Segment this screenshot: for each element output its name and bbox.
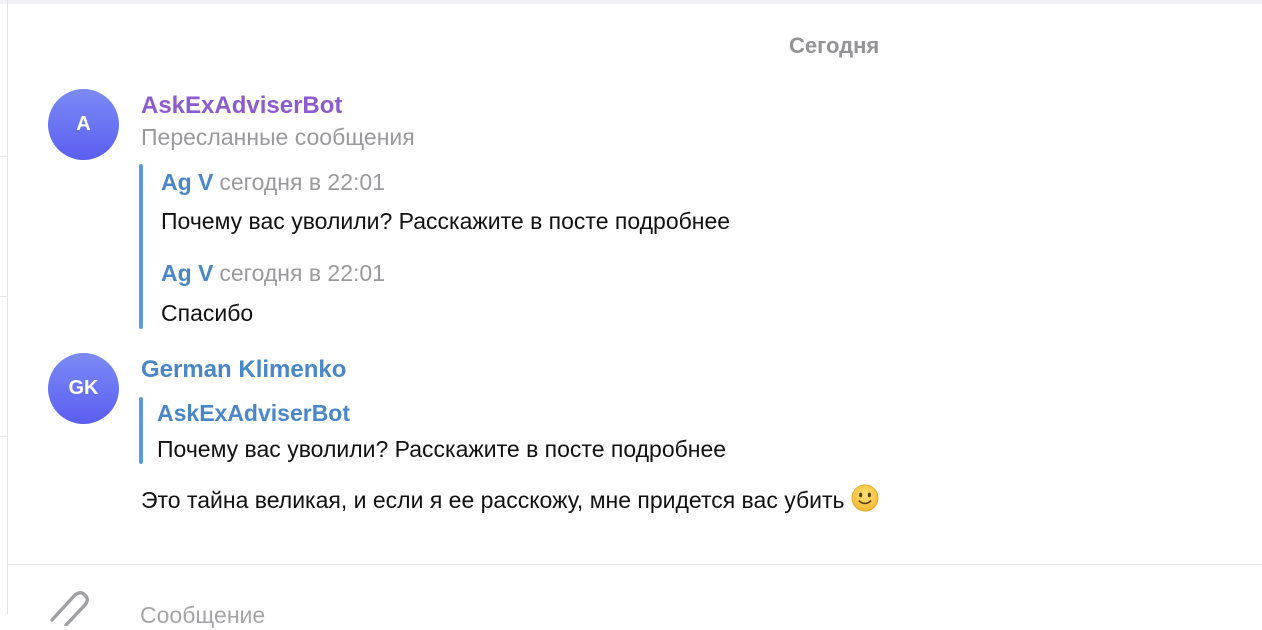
forwarded-label: Пересланные сообщения [141,124,415,150]
message-text: Это тайна великая, и если я ее расскожу,… [141,484,879,514]
message-body: Это тайна великая, и если я ее расскожу,… [141,487,845,513]
date-separator: Сегодня [789,33,880,58]
left-panel-divider [0,296,7,297]
reply-author[interactable]: AskExAdviserBot [157,400,350,427]
forwarded-time: сегодня в 22:01 [219,260,385,286]
slightly-smiling-face-icon [851,484,878,512]
reply-text[interactable]: Почему вас уволили? Расскажите в посте п… [157,436,726,463]
message-input[interactable] [140,600,1140,630]
forwarded-message-header: Ag Vсегодня в 22:01 [161,169,385,196]
forwarded-message-header: Ag Vсегодня в 22:01 [161,260,385,287]
paperclip-icon[interactable] [44,586,94,626]
top-strip [0,0,1262,4]
left-panel-border [7,0,8,614]
forward-quote-bar [139,164,143,329]
forwarded-message-text: Спасибо [161,300,254,326]
sender-name[interactable]: German Klimenko [141,356,346,384]
reply-quote-bar [139,397,143,464]
left-panel-divider [0,436,7,437]
avatar[interactable]: GK [48,353,119,424]
sender-name[interactable]: AskExAdviserBot [141,92,342,120]
left-panel-divider [0,156,7,157]
forwarded-author[interactable]: Ag V [161,260,213,286]
forwarded-time: сегодня в 22:01 [219,169,385,195]
avatar[interactable]: A [48,89,119,160]
composer-divider [7,564,1262,565]
forwarded-message-text: Почему вас уволили? Расскажите в посте п… [161,208,731,234]
forwarded-author[interactable]: Ag V [161,169,213,195]
